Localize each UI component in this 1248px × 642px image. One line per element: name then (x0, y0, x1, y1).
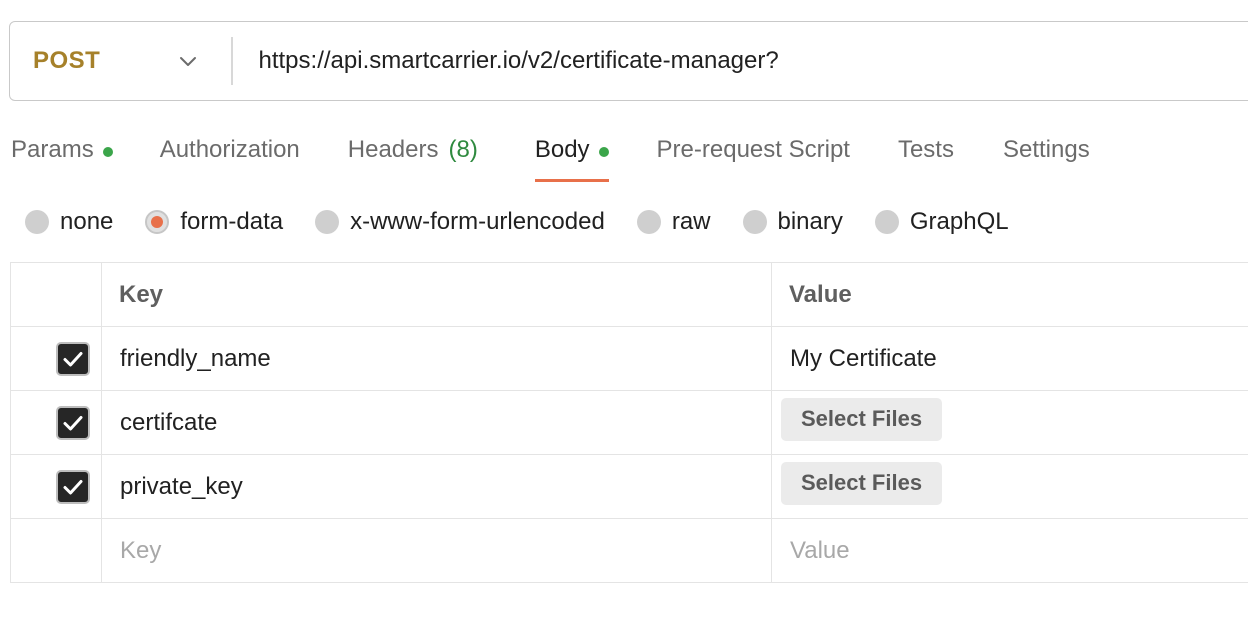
radio-label: x-www-form-urlencoded (350, 208, 605, 235)
tab-label: Pre-request Script (656, 136, 850, 163)
tab-label: Params (11, 136, 94, 163)
url-input[interactable] (232, 20, 1248, 102)
radio-button[interactable] (315, 210, 340, 234)
params-status-dot (102, 147, 113, 157)
tab-label: Authorization (159, 136, 300, 163)
checkbox-cell (10, 454, 102, 519)
body-type-none[interactable]: none (25, 208, 113, 236)
key-cell[interactable]: private_key (101, 454, 772, 519)
checkbox-column-header (10, 262, 102, 327)
body-type-urlencoded[interactable]: x-www-form-urlencoded (315, 208, 605, 236)
table-row: friendly_name My Certificate (10, 326, 1248, 391)
tab-tests[interactable]: Tests (898, 130, 954, 182)
body-status-dot (598, 147, 609, 157)
tab-label: Settings (1002, 136, 1090, 163)
row-key: private_key (120, 472, 243, 500)
table-new-row: Key Value (10, 518, 1248, 583)
radio-label: none (60, 208, 114, 235)
checkbox-cell (10, 390, 102, 455)
checkmark-icon (63, 479, 83, 494)
tab-authorization[interactable]: Authorization (160, 130, 300, 182)
key-cell[interactable]: certifcate (101, 390, 772, 455)
table-row: private_key Select Files (10, 454, 1248, 519)
row-key: friendly_name (120, 344, 271, 372)
new-value-cell[interactable]: Value (771, 518, 1248, 583)
value-cell: Select Files (771, 454, 1248, 519)
table-row: certifcate Select Files (10, 390, 1248, 455)
radio-button[interactable] (874, 210, 899, 234)
new-key-cell[interactable]: Key (101, 518, 772, 583)
value-header-label: Value (789, 280, 852, 308)
radio-button[interactable] (636, 210, 661, 234)
tab-label: Tests (897, 136, 954, 163)
tab-settings[interactable]: Settings (1003, 130, 1090, 182)
body-type-binary[interactable]: binary (742, 208, 843, 236)
radio-button[interactable] (25, 210, 49, 234)
key-header-label: Key (119, 280, 164, 308)
chevron-down-icon (180, 57, 196, 66)
checkbox-cell (10, 326, 102, 391)
key-cell[interactable]: friendly_name (101, 326, 772, 391)
body-type-selector: none form-data x-www-form-urlencoded raw… (25, 204, 1041, 240)
method-label: POST (33, 47, 101, 74)
value-cell: Select Files (771, 390, 1248, 455)
row-key: certifcate (120, 408, 218, 436)
checkmark-icon (63, 415, 83, 430)
checkbox-cell-empty (10, 518, 102, 583)
radio-button-selected[interactable] (145, 210, 170, 234)
request-url-bar: POST (9, 20, 1248, 102)
tab-label: Headers (347, 136, 439, 163)
row-checkbox[interactable] (56, 405, 90, 440)
row-checkbox[interactable] (56, 469, 90, 504)
select-files-button[interactable]: Select Files (781, 398, 943, 441)
key-column-header: Key (101, 262, 772, 327)
radio-label: GraphQL (909, 208, 1009, 235)
radio-label: binary (777, 208, 843, 235)
row-checkbox[interactable] (56, 341, 90, 376)
row-value: My Certificate (790, 344, 937, 372)
checkmark-icon (63, 351, 83, 366)
radio-label: raw (671, 208, 711, 235)
form-data-table: Key Value friendly_name My Certificate c… (10, 262, 1248, 583)
value-cell[interactable]: My Certificate (771, 326, 1248, 391)
tab-body[interactable]: Body (534, 130, 609, 182)
body-type-graphql[interactable]: GraphQL (874, 208, 1009, 236)
tab-headers[interactable]: Headers (8) (348, 130, 478, 182)
value-column-header: Value (771, 262, 1248, 327)
table-header-row: Key Value (10, 262, 1248, 327)
new-key-placeholder: Key (120, 536, 162, 564)
body-type-form-data[interactable]: form-data (145, 208, 283, 236)
tab-label: Body (534, 136, 590, 163)
radio-label: form-data (180, 208, 284, 235)
method-dropdown[interactable]: POST (10, 22, 231, 100)
select-files-button[interactable]: Select Files (781, 462, 943, 505)
radio-button[interactable] (742, 210, 767, 234)
tab-params[interactable]: Params (11, 130, 113, 182)
new-value-placeholder: Value (790, 536, 850, 564)
headers-count: (8) (448, 136, 478, 163)
tab-pre-request-script[interactable]: Pre-request Script (657, 130, 850, 182)
request-tabs: Params Authorization Headers (8) Body Pr… (11, 130, 1090, 182)
body-type-raw[interactable]: raw (636, 208, 711, 236)
